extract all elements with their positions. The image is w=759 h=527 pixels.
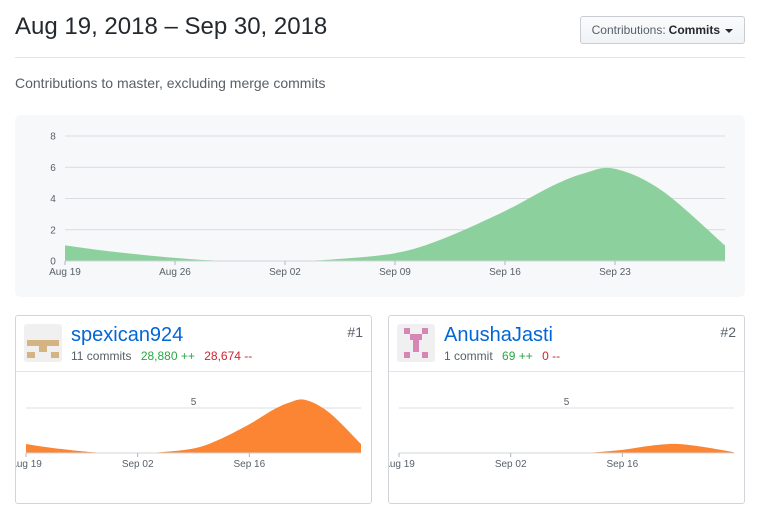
y-tick-label: 8 xyxy=(50,132,56,143)
avatar[interactable] xyxy=(24,324,62,362)
deletions-count: 28,674 -- xyxy=(204,349,253,363)
x-tick-label: Aug 19 xyxy=(16,459,42,470)
y-tick-label: 6 xyxy=(50,163,56,174)
contributor-rank: #1 xyxy=(347,324,363,340)
y-tick-label: 5 xyxy=(191,397,197,408)
contributor-rank: #2 xyxy=(720,324,736,340)
commit-count[interactable]: 1 commit xyxy=(444,349,493,363)
x-tick-label: Aug 19 xyxy=(49,267,81,278)
contributions-value: Commits xyxy=(668,23,720,37)
x-tick-label: Sep 02 xyxy=(495,459,527,470)
contributor-card: AnushaJasti 1 commit 69 ++ 0 -- #2 5 Aug … xyxy=(388,315,745,504)
chevron-down-icon xyxy=(725,28,733,33)
main-chart-svg: 0 2 4 6 8 Aug 19 Aug 26 Sep 02 Sep 09 Sep 16 Sep 2… xyxy=(49,132,725,278)
contributor-card-header: spexican924 11 commits 28,880 ++ 28,674 … xyxy=(16,316,371,372)
header: Aug 19, 2018 – Sep 30, 2018 Contribution… xyxy=(15,0,745,58)
commit-count[interactable]: 11 commits xyxy=(71,349,131,363)
series-area xyxy=(65,167,725,262)
contributor-stats: 11 commits 28,880 ++ 28,674 -- xyxy=(71,349,252,363)
main-contributions-chart: 0 2 4 6 8 Aug 19 Aug 26 Sep 02 Sep 09 Sep 16 Sep 2… xyxy=(15,115,745,297)
contributions-dropdown-button[interactable]: Contributions: Commits xyxy=(579,16,745,44)
x-tick-label: Sep 23 xyxy=(599,267,631,278)
x-tick-label: Aug 19 xyxy=(389,459,415,470)
contributor-chart-svg: 5 Aug 19 Sep 02 Sep 16 xyxy=(389,397,734,470)
y-tick-label: 2 xyxy=(50,225,56,236)
y-tick-label: 4 xyxy=(50,194,56,205)
deletions-count: 0 -- xyxy=(542,349,561,363)
contributor-username-link[interactable]: spexican924 xyxy=(71,324,183,347)
avatar[interactable] xyxy=(397,324,435,362)
x-tick-label: Aug 26 xyxy=(159,267,191,278)
additions-count: 28,880 ++ xyxy=(140,349,195,363)
page-title: Aug 19, 2018 – Sep 30, 2018 xyxy=(15,13,328,40)
contributor-card-header: AnushaJasti 1 commit 69 ++ 0 -- #2 xyxy=(389,316,744,372)
additions-count: 69 ++ xyxy=(502,349,533,363)
contributor-card: spexican924 11 commits 28,880 ++ 28,674 … xyxy=(15,315,372,504)
x-tick-label: Sep 02 xyxy=(269,267,301,278)
x-tick-label: Sep 16 xyxy=(233,459,265,470)
x-tick-label: Sep 09 xyxy=(379,267,411,278)
contributor-username-link[interactable]: AnushaJasti xyxy=(444,324,553,347)
y-tick-label: 5 xyxy=(564,397,570,408)
contributor-stats: 1 commit 69 ++ 0 -- xyxy=(444,349,560,363)
x-tick-label: Sep 16 xyxy=(606,459,638,470)
series-area xyxy=(399,443,734,454)
x-tick-label: Sep 16 xyxy=(489,267,521,278)
x-tick-label: Sep 02 xyxy=(122,459,154,470)
page-subtitle: Contributions to master, excluding merge… xyxy=(15,75,326,91)
y-tick-label: 0 xyxy=(50,257,56,268)
contributor-chart-svg: 5 Aug 19 Sep 02 Sep 16 xyxy=(16,397,361,470)
contributions-label: Contributions: xyxy=(591,23,666,37)
